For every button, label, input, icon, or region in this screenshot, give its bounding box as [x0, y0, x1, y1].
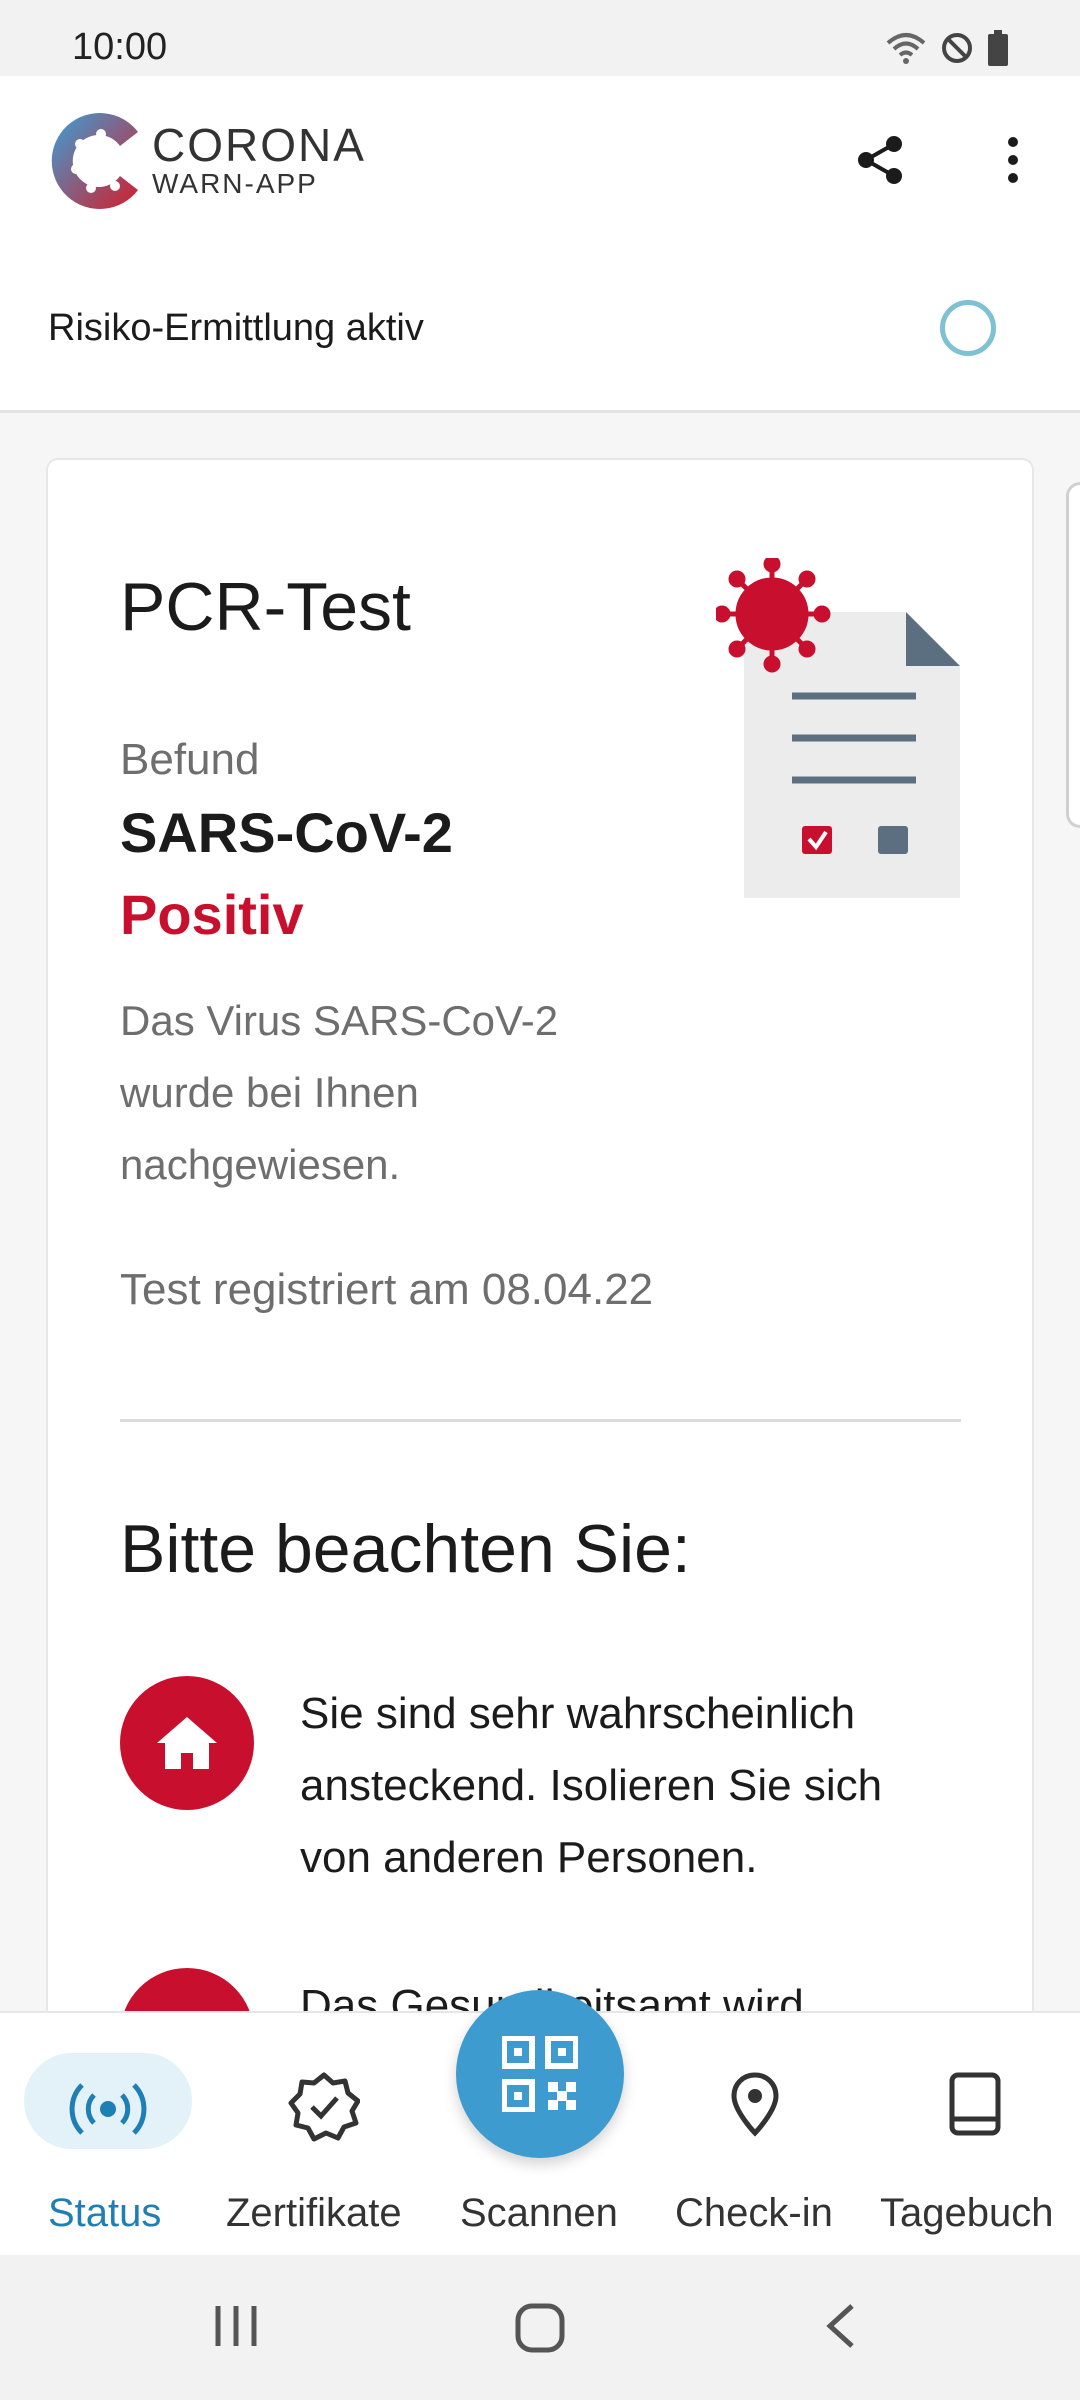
radar-icon: [69, 2083, 147, 2135]
risk-status-ring-icon: [940, 300, 996, 356]
result-label: Befund: [120, 735, 260, 784]
status-time: 10:00: [72, 26, 168, 68]
virus-document-illustration: [716, 558, 960, 898]
notice-heading: Bitte beachten Sie:: [120, 1511, 691, 1587]
risk-detection-label[interactable]: Risiko-Ermittlung aktiv: [48, 307, 424, 350]
nav-label-status: Status: [48, 2191, 162, 2235]
nav-item-status[interactable]: Status: [24, 2013, 192, 2255]
certificate-badge-icon: [288, 2072, 360, 2142]
next-card-peek[interactable]: [1066, 482, 1080, 828]
home-nav-icon[interactable]: [514, 2302, 566, 2354]
nav-label-check-in: Check-in: [675, 2191, 833, 2235]
nav-item-check-in[interactable]: Check-in: [660, 2013, 850, 2255]
wifi-icon: [886, 33, 926, 64]
corona-warn-app-logo: [51, 113, 138, 209]
result-description: Das Virus SARS-CoV-2 wurde bei Ihnen nac…: [120, 997, 559, 1188]
do-not-disturb-icon: [942, 33, 972, 63]
nav-label-tagebuch: Tagebuch: [880, 2191, 1054, 2235]
nav-label-scannen: Scannen: [460, 2191, 618, 2235]
more-vert-icon[interactable]: [990, 130, 1036, 190]
result-value: Positiv: [120, 883, 304, 946]
nav-item-zertifikate[interactable]: Zertifikate: [220, 2013, 428, 2255]
brand-title: CORONA: [152, 119, 366, 171]
recent-apps-icon[interactable]: [212, 2302, 260, 2350]
test-title: PCR-Test: [120, 569, 411, 645]
pathogen-name: SARS-CoV-2: [120, 801, 453, 864]
battery-icon: [988, 30, 1008, 66]
home-icon: [120, 1676, 254, 1810]
nav-item-tagebuch[interactable]: Tagebuch: [870, 2013, 1080, 2255]
location-pin-icon: [731, 2072, 779, 2137]
notice-text: Sie sind sehr wahrscheinlich ansteckend.…: [300, 1689, 883, 1882]
book-icon: [949, 2072, 1001, 2136]
status-icons: [886, 28, 1008, 68]
nav-label-zertifikate: Zertifikate: [226, 2191, 402, 2235]
back-icon[interactable]: [822, 2302, 858, 2350]
card-divider: [120, 1419, 961, 1422]
nav-item-scannen[interactable]: Scannen: [440, 2013, 640, 2255]
share-icon[interactable]: [850, 130, 910, 190]
brand-subtitle: WARN-APP: [152, 168, 318, 199]
registration-date: Test registriert am 08.04.22: [120, 1265, 654, 1314]
